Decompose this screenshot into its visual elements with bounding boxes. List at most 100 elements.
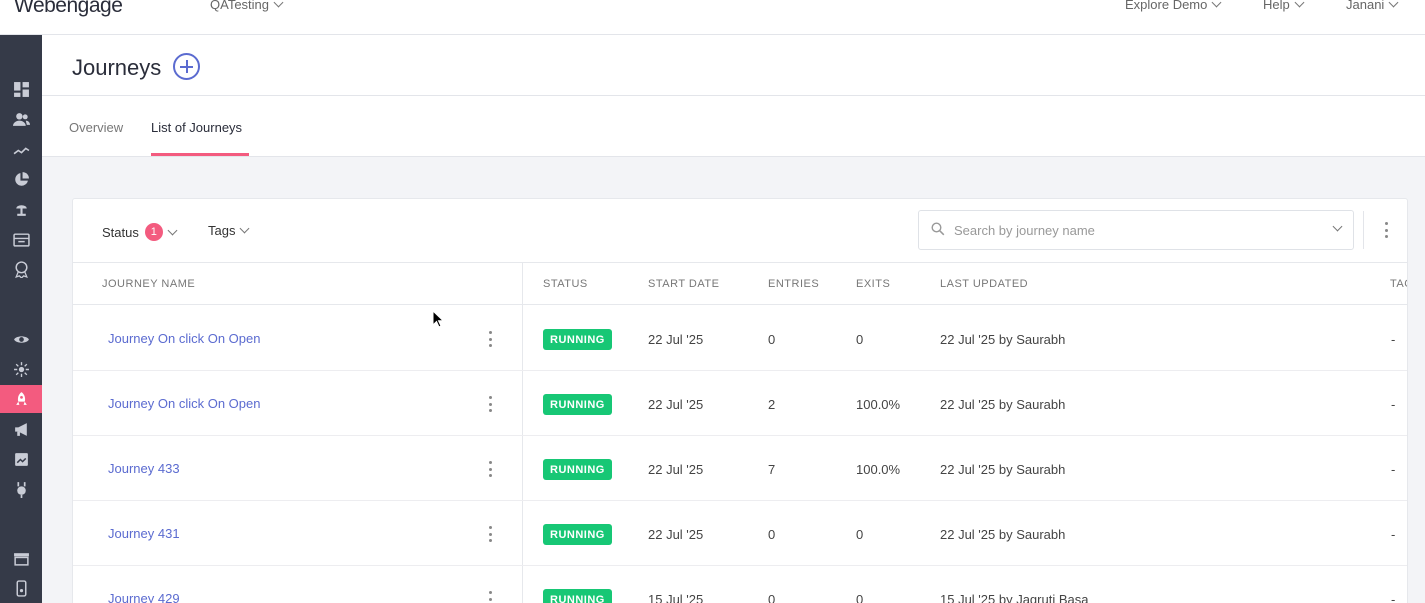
divider <box>1363 211 1364 249</box>
device-icon[interactable] <box>0 574 42 602</box>
status-badge: RUNNING <box>543 329 612 350</box>
row-menu-icon[interactable] <box>488 331 492 347</box>
entries-count: 7 <box>768 462 776 477</box>
status-badge: RUNNING <box>543 394 612 415</box>
megaphone-icon[interactable] <box>0 415 42 443</box>
catalog-icon[interactable] <box>0 225 42 253</box>
status-badge: RUNNING <box>543 524 612 545</box>
last-updated: 22 Jul '25 by Saurabh <box>940 527 1066 542</box>
page-title: Journeys <box>72 55 162 80</box>
chevron-down-icon <box>1211 0 1222 8</box>
entries-count: 0 <box>768 592 776 603</box>
help-label: Help <box>1263 0 1290 12</box>
analytics-icon[interactable] <box>0 136 42 164</box>
status-badge: RUNNING <box>543 589 612 603</box>
page-header: Journeys <box>42 35 1425 96</box>
user-dropdown[interactable]: Janani <box>1346 0 1399 12</box>
tags-value: - <box>1391 527 1396 542</box>
row-menu-icon[interactable] <box>488 526 492 542</box>
pie-chart-icon[interactable] <box>0 165 42 193</box>
project-label: QATesting <box>210 0 270 12</box>
table-row[interactable]: Journey 429 RUNNING 15 Jul '25 0 0 15 Ju… <box>73 566 1407 603</box>
integrations-icon[interactable] <box>0 475 42 503</box>
explore-demo-label: Explore Demo <box>1125 0 1208 12</box>
data-platform-icon[interactable] <box>0 195 42 223</box>
table-row[interactable]: Journey On click On Open RUNNING 22 Jul … <box>73 306 1407 371</box>
tags-value: - <box>1391 462 1396 477</box>
journey-name-link[interactable]: Journey On click On Open <box>108 396 260 411</box>
more-options-icon[interactable] <box>1384 222 1388 238</box>
active-tab-indicator <box>151 153 249 156</box>
exits-value: 100.0% <box>856 397 901 412</box>
last-updated: 22 Jul '25 by Saurabh <box>940 462 1066 477</box>
tags-filter[interactable]: Tags <box>208 223 250 238</box>
exits-value: 0 <box>856 592 864 603</box>
rocket-icon[interactable] <box>0 385 42 413</box>
help-dropdown[interactable]: Help <box>1263 0 1305 12</box>
sidebar <box>0 35 42 603</box>
tags-value: - <box>1391 332 1396 347</box>
table-row[interactable]: Journey 431 RUNNING 22 Jul '25 0 0 22 Ju… <box>73 501 1407 566</box>
journey-search[interactable] <box>918 210 1354 250</box>
users-icon[interactable] <box>0 105 42 133</box>
sparkle-icon[interactable] <box>0 355 42 383</box>
entries-count: 2 <box>768 397 776 412</box>
chevron-down-icon <box>167 225 178 235</box>
start-date: 22 Jul '25 <box>648 527 704 542</box>
chevron-down-icon <box>1294 0 1305 8</box>
table-row[interactable]: Journey 433 RUNNING 22 Jul '25 7 100.0% … <box>73 436 1407 501</box>
chevron-down-icon <box>240 223 250 234</box>
column-header-journey-name[interactable]: JOURNEY NAME <box>102 278 195 290</box>
status-filter-label: Status <box>102 224 139 240</box>
row-menu-icon[interactable] <box>488 591 492 603</box>
chevron-down-icon[interactable] <box>1332 221 1343 232</box>
exits-value: 100.0% <box>856 462 901 477</box>
tags-value: - <box>1391 592 1396 603</box>
filter-bar: Status 1 Tags <box>73 199 1407 263</box>
column-header-last-updated[interactable]: LAST UPDATED <box>940 278 1028 290</box>
chevron-down-icon <box>1388 0 1399 8</box>
project-dropdown[interactable]: QATesting <box>210 0 284 12</box>
dashboard-icon[interactable] <box>0 75 42 103</box>
tags-filter-label: Tags <box>208 223 236 238</box>
eye-icon[interactable] <box>0 325 42 353</box>
table-row[interactable]: Journey On click On Open RUNNING 22 Jul … <box>73 371 1407 436</box>
row-menu-icon[interactable] <box>488 461 492 477</box>
loyalty-icon[interactable] <box>0 255 42 283</box>
explore-demo-dropdown[interactable]: Explore Demo <box>1125 0 1222 12</box>
column-header-status[interactable]: STATUS <box>543 278 588 290</box>
top-bar: Webengage QATesting Explore Demo Help Ja… <box>0 0 1425 35</box>
store-icon[interactable] <box>0 544 42 572</box>
tab-list-of-journeys[interactable]: List of Journeys <box>151 120 242 135</box>
webengage-logo[interactable]: Webengage <box>14 0 123 18</box>
exits-value: 0 <box>856 527 864 542</box>
status-filter-count-badge: 1 <box>144 223 163 241</box>
search-input[interactable] <box>954 220 1314 240</box>
journeys-table-card: Status 1 Tags JOURNEY NAME STATUS START … <box>72 198 1408 603</box>
last-updated: 22 Jul '25 by Saurabh <box>940 397 1066 412</box>
journey-name-link[interactable]: Journey 429 <box>108 591 180 603</box>
column-header-exits[interactable]: EXITS <box>856 278 890 290</box>
web-personalization-icon[interactable] <box>0 445 42 473</box>
last-updated: 22 Jul '25 by Saurabh <box>940 332 1066 347</box>
add-journey-button[interactable] <box>173 53 200 80</box>
start-date: 22 Jul '25 <box>648 397 704 412</box>
journey-name-link[interactable]: Journey 431 <box>108 526 180 541</box>
chevron-down-icon <box>273 0 284 8</box>
entries-count: 0 <box>768 332 776 347</box>
entries-count: 0 <box>768 527 776 542</box>
column-header-start-date[interactable]: START DATE <box>648 278 719 290</box>
start-date: 15 Jul '25 <box>648 592 704 603</box>
tab-bar: Overview List of Journeys <box>42 96 1425 157</box>
journey-name-link[interactable]: Journey On click On Open <box>108 331 260 346</box>
last-updated: 15 Jul '25 by Jagruti Basa <box>940 592 1089 603</box>
column-header-tags[interactable]: TAG <box>1390 278 1407 290</box>
row-menu-icon[interactable] <box>488 396 492 412</box>
journey-name-link[interactable]: Journey 433 <box>108 461 180 476</box>
exits-value: 0 <box>856 332 864 347</box>
status-filter[interactable]: Status 1 <box>102 223 178 241</box>
start-date: 22 Jul '25 <box>648 462 704 477</box>
tab-overview[interactable]: Overview <box>69 120 123 135</box>
tags-value: - <box>1391 397 1396 412</box>
column-header-entries[interactable]: ENTRIES <box>768 278 819 290</box>
